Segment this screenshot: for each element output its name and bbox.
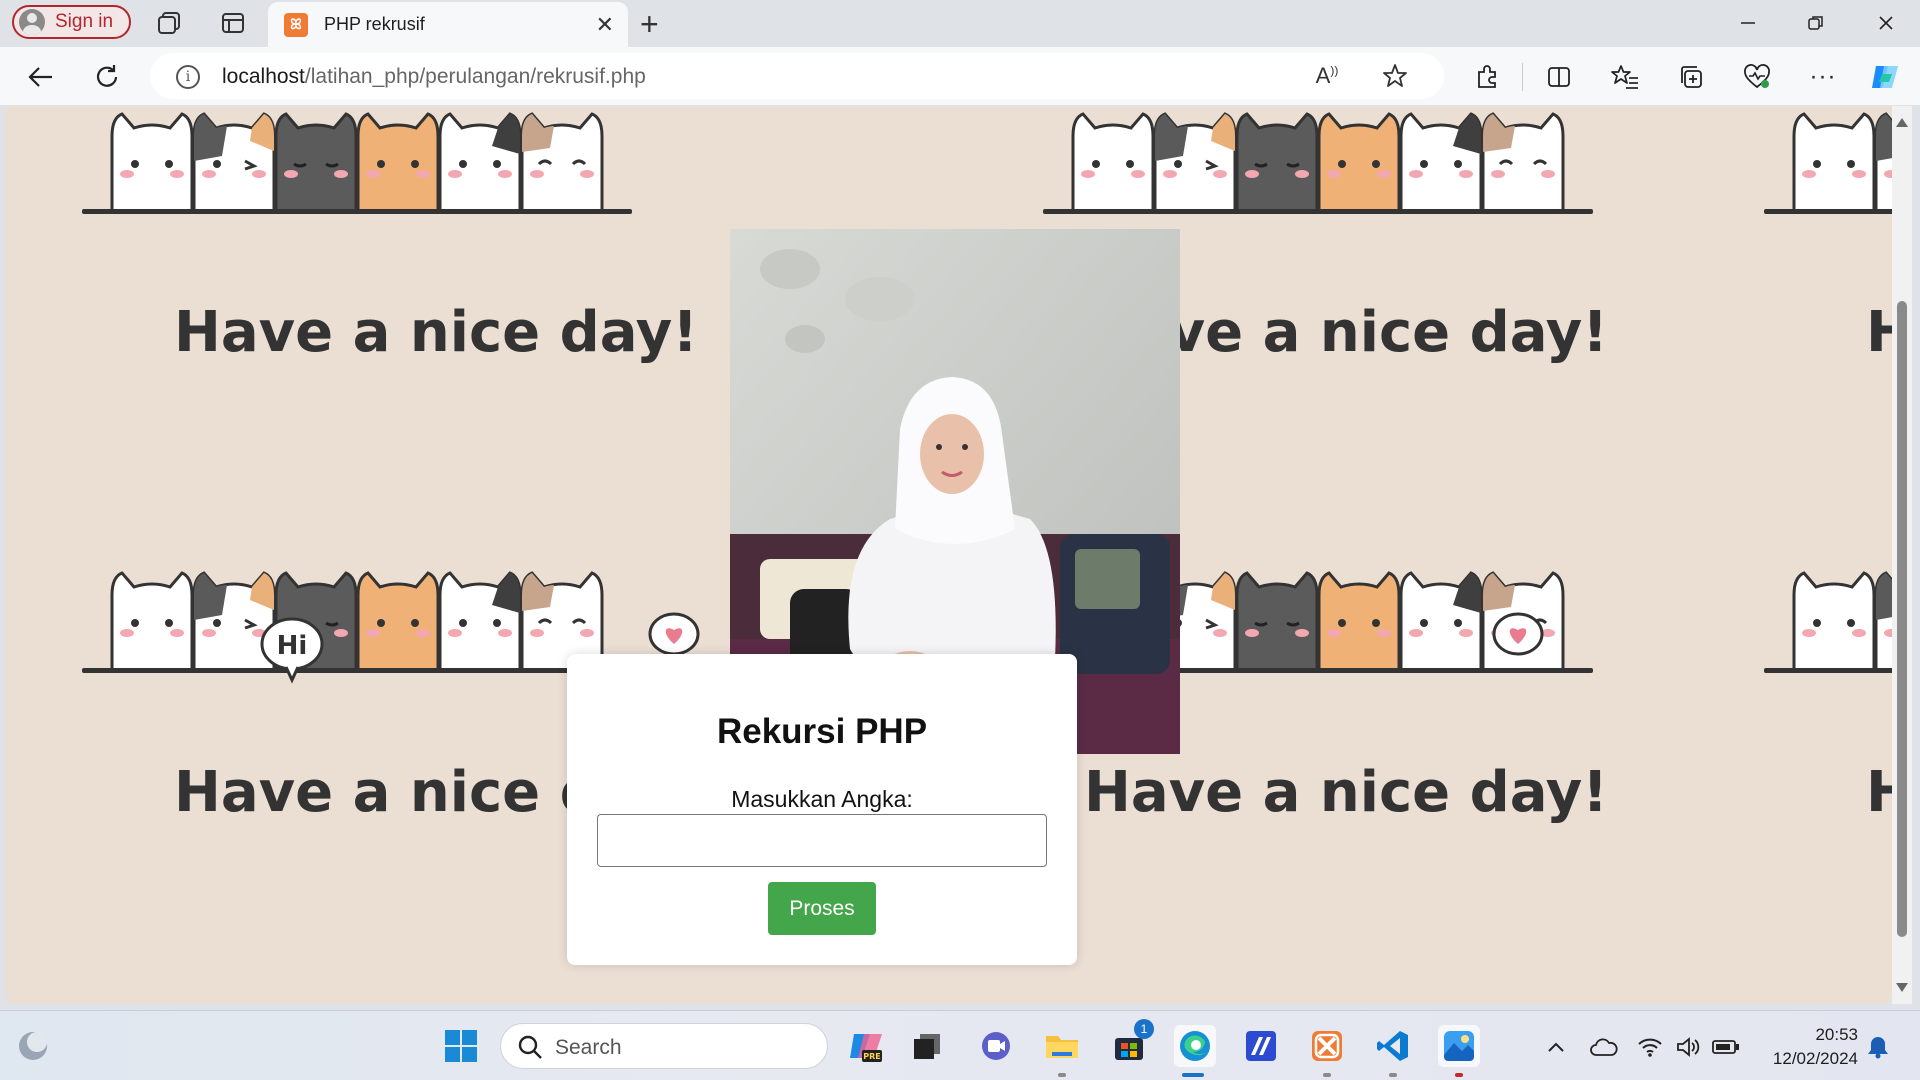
photos-app-icon[interactable] [1438, 1025, 1480, 1067]
workspaces-icon[interactable] [154, 8, 184, 38]
rekursi-form-card: Rekursi PHP Masukkan Angka: Proses [567, 654, 1077, 965]
copilot-preview-icon[interactable]: PRE [845, 1025, 887, 1067]
close-tab-icon[interactable]: ✕ [596, 12, 614, 38]
back-icon[interactable] [24, 60, 58, 94]
greeting-text-partial: H [1866, 760, 1892, 825]
toolbar-divider [1522, 63, 1523, 91]
task-view-icon[interactable] [906, 1025, 948, 1067]
page-scrollbar[interactable] [1892, 106, 1912, 1004]
xampp-control-icon[interactable] [1306, 1025, 1348, 1067]
scrollbar-thumb[interactable] [1897, 301, 1907, 937]
url-text[interactable]: localhost/latihan_php/perulangan/rekrusi… [222, 65, 646, 89]
site-info-icon[interactable]: i [176, 65, 200, 89]
number-input[interactable] [597, 814, 1047, 867]
profile-avatar-icon [19, 9, 45, 35]
running-indicator [1389, 1073, 1397, 1077]
battery-icon[interactable] [1712, 1033, 1740, 1061]
new-tab-icon[interactable]: + [640, 6, 659, 43]
search-icon [518, 1035, 542, 1059]
show-hidden-icons-chevron-icon[interactable] [1542, 1033, 1570, 1061]
restore-icon[interactable] [1796, 8, 1836, 38]
heart-speech-bubble [1492, 612, 1544, 656]
clock-time: 20:53 [1815, 1025, 1858, 1044]
wifi-icon[interactable] [1636, 1033, 1664, 1061]
refresh-icon[interactable] [90, 60, 124, 94]
sign-in-button[interactable]: Sign in [12, 5, 132, 39]
minimize-icon[interactable] [1728, 8, 1768, 38]
tab-actions-icon[interactable] [218, 8, 248, 38]
search-placeholder: Search [555, 1036, 622, 1059]
running-indicator [1058, 1073, 1066, 1077]
teams-chat-icon[interactable] [975, 1025, 1017, 1067]
read-aloud-icon[interactable]: A)) [1310, 59, 1344, 93]
scroll-down-icon[interactable] [1896, 983, 1908, 992]
running-indicator [1323, 1073, 1331, 1077]
onedrive-cloud-icon[interactable] [1590, 1033, 1618, 1061]
sign-in-label: Sign in [55, 11, 114, 32]
taskbar-search-box[interactable]: Search [500, 1023, 828, 1069]
notifications-bell-icon[interactable] [1864, 1033, 1892, 1061]
extensions-icon[interactable] [1470, 60, 1504, 94]
xampp-favicon-icon: ꕤ [284, 12, 308, 37]
svg-text:Hi: Hi [277, 631, 308, 661]
copilot-icon[interactable] [1868, 60, 1902, 94]
weather-widget-icon[interactable] [12, 1025, 54, 1067]
favorite-star-icon[interactable] [1378, 59, 1412, 93]
active-app-indicator [1182, 1073, 1204, 1077]
tab-title: PHP rekrusif [324, 14, 425, 34]
title-bar: Sign in ꕤ PHP rekrusif ✕ + [0, 0, 1920, 47]
greeting-text: Have a nice day! [174, 300, 698, 365]
page-heading: Rekursi PHP [716, 712, 928, 751]
close-window-icon[interactable] [1866, 8, 1906, 38]
system-clock[interactable]: 20:53 12/02/2024 [1758, 1023, 1858, 1071]
greeting-text: Have a nice day! [1084, 760, 1608, 825]
split-screen-icon[interactable] [1542, 60, 1576, 94]
more-options-icon[interactable]: ··· [1806, 60, 1840, 94]
scroll-up-icon[interactable] [1896, 118, 1908, 127]
microsoft-store-icon[interactable]: 1 [1108, 1019, 1154, 1067]
browser-essentials-icon[interactable] [1740, 60, 1774, 94]
browser-toolbar: i localhost/latihan_php/perulangan/rekru… [0, 47, 1920, 105]
heart-speech-bubble [648, 612, 700, 656]
clock-date: 12/02/2024 [1772, 1049, 1858, 1068]
running-indicator [1455, 1073, 1463, 1077]
app-launcher-icon[interactable] [1240, 1025, 1282, 1067]
volume-icon[interactable] [1674, 1033, 1702, 1061]
address-bar[interactable]: i localhost/latihan_php/perulangan/rekru… [150, 53, 1444, 99]
collections-icon[interactable] [1674, 60, 1708, 94]
start-windows-icon[interactable] [440, 1025, 482, 1067]
proses-button[interactable]: Proses [768, 882, 876, 935]
greeting-text-partial: H [1866, 300, 1892, 365]
number-input-label: Masukkan Angka: [731, 786, 913, 812]
svg-text:PRE: PRE [863, 1052, 881, 1061]
vscode-icon[interactable] [1372, 1025, 1414, 1067]
file-explorer-icon[interactable] [1041, 1025, 1083, 1067]
store-badge: 1 [1134, 1019, 1154, 1039]
tab-php-rekrusif[interactable]: ꕤ PHP rekrusif ✕ [268, 2, 628, 47]
edge-browser-icon[interactable] [1174, 1025, 1216, 1067]
favorites-icon[interactable] [1608, 60, 1642, 94]
page-viewport: Have a nice day! Have a nice day! Have a… [6, 106, 1892, 1004]
windows-taskbar: Search PRE 1 20:53 12/02/2024 [0, 1010, 1920, 1080]
